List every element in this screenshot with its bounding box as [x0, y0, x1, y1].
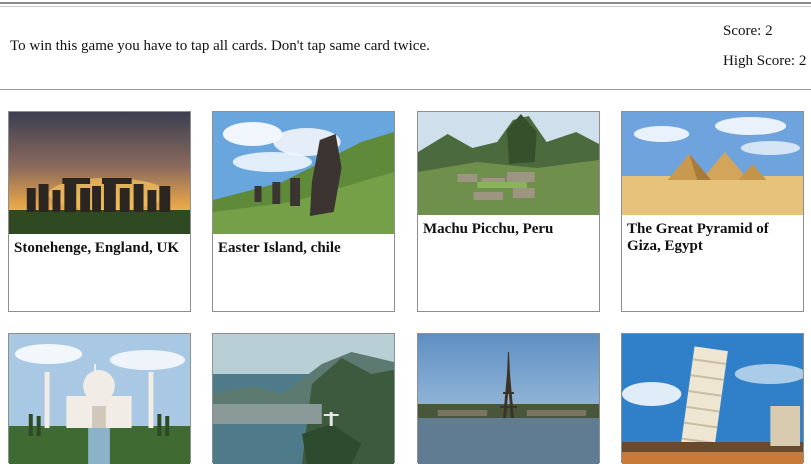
card-stonehenge[interactable]: Stonehenge, England, UK: [8, 111, 191, 312]
card-title: The Great Pyramid of Giza, Egypt: [627, 221, 769, 254]
giza-pyramids-photo: [622, 112, 803, 215]
taj-mahal-photo: [9, 334, 190, 464]
machu-picchu-photo: [418, 112, 599, 215]
top-border-inner: [0, 6, 811, 7]
score-label: Score: 2: [723, 23, 773, 39]
easter-island-photo: [213, 112, 394, 234]
card-rio[interactable]: [212, 333, 395, 464]
header-divider: [0, 89, 811, 90]
card-eiffel-tower[interactable]: [417, 333, 600, 464]
card-title: Easter Island, chile: [218, 240, 341, 256]
card-pisa-tower[interactable]: [621, 333, 804, 464]
high-score-label: High Score: 2: [723, 53, 807, 69]
rio-christ-redeemer-photo: [213, 334, 394, 464]
game-instructions: To win this game you have to tap all car…: [10, 38, 430, 54]
card-machu-picchu[interactable]: Machu Picchu, Peru: [417, 111, 600, 312]
leaning-tower-pisa-photo: [622, 334, 803, 464]
stonehenge-photo: [9, 112, 190, 234]
card-easter-island[interactable]: Easter Island, chile: [212, 111, 395, 312]
card-title: Machu Picchu, Peru: [423, 221, 554, 237]
card-taj-mahal[interactable]: [8, 333, 191, 464]
eiffel-tower-photo: [418, 334, 599, 464]
card-giza-pyramids[interactable]: The Great Pyramid of Giza, Egypt: [621, 111, 804, 312]
card-title: Stonehenge, England, UK: [14, 240, 180, 256]
top-border: [0, 2, 811, 4]
